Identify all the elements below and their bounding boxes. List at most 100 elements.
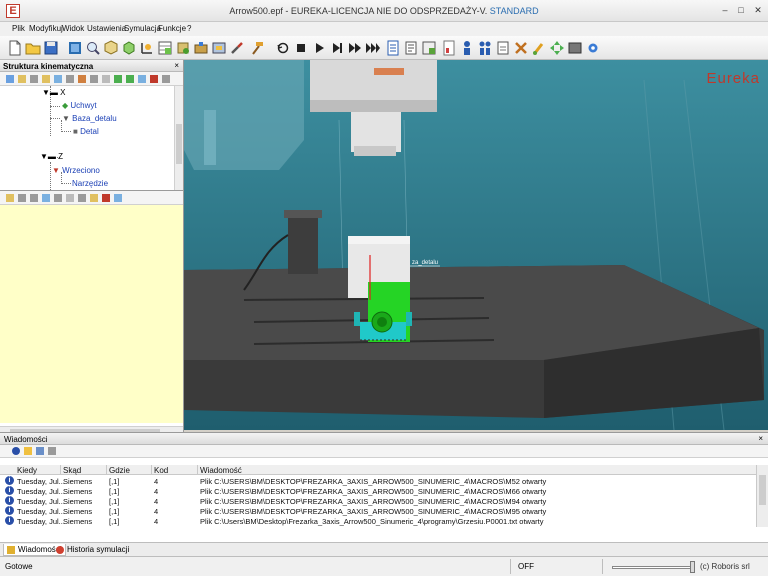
column-where[interactable]: Gdzie [109,466,130,475]
move-icon[interactable] [548,39,566,57]
cube-green-icon[interactable] [120,39,138,57]
open-folder-icon[interactable] [24,39,42,57]
maximize-icon[interactable]: □ [734,4,748,16]
tree-tool-icon[interactable] [138,75,146,83]
tree-tool-icon[interactable] [126,75,134,83]
tree-node-detal[interactable]: ■ Detal [73,127,99,136]
prop-tool-icon[interactable] [114,194,122,202]
list-icon[interactable] [402,39,420,57]
column-separator[interactable] [106,465,107,475]
message-row[interactable]: i Tuesday, Jul... Siemens [,1] 4 Plik C:… [0,486,756,496]
close-icon[interactable]: ✕ [751,4,765,16]
grid-settings-icon[interactable] [420,39,438,57]
message-row[interactable]: i Tuesday, Jul... Siemens [,1] 4 Plik C:… [0,516,756,526]
block-icon[interactable] [566,39,584,57]
menu-help[interactable]: ? [187,24,191,33]
save-icon[interactable] [42,39,60,57]
axes-icon[interactable] [138,39,156,57]
person-icon[interactable] [458,39,476,57]
tree-tool-icon[interactable] [78,75,86,83]
tree-tool-icon[interactable] [90,75,98,83]
people-icon[interactable] [476,39,494,57]
menu-view[interactable]: Widok [62,24,84,33]
tree-tool-icon[interactable] [42,75,50,83]
rewind-icon[interactable] [274,39,292,57]
prop-tool-icon[interactable] [6,194,14,202]
column-from[interactable]: Skąd [63,466,81,475]
delete-icon[interactable] [150,75,158,83]
panel-close-icon[interactable]: × [758,434,763,443]
cube-view-icon[interactable] [102,39,120,57]
tree-tool-icon[interactable] [18,75,26,83]
warning-filter-icon[interactable] [24,447,32,455]
column-code[interactable]: Kod [154,466,168,475]
tree-node-wrzeciono[interactable]: ▼ Wrzeciono [52,166,100,175]
column-when[interactable]: Kiedy [17,466,37,475]
menu-functions[interactable]: Funkcje [158,24,186,33]
menu-file[interactable]: Plik [12,24,25,33]
machine-icon[interactable] [210,39,228,57]
delete-icon[interactable] [102,194,110,202]
report-icon[interactable] [440,39,458,57]
message-row[interactable]: i Tuesday, Jul... Siemens [,1] 4 Plik C:… [0,506,756,516]
message-row[interactable]: i Tuesday, Jul... Siemens [,1] 4 Plik C:… [0,496,756,506]
tree-tool-icon[interactable] [30,75,38,83]
view-panel-icon[interactable] [66,39,84,57]
column-separator[interactable] [60,465,61,475]
column-message[interactable]: Wiadomość [200,466,242,475]
stop-icon[interactable] [292,39,310,57]
tools-crossed-icon[interactable] [512,39,530,57]
prop-tool-icon[interactable] [78,194,86,202]
tree-node-baza-detalu[interactable]: ▼ Baza_detalu [62,114,117,123]
properties-area[interactable] [0,205,183,423]
tree-vertical-scrollbar[interactable] [174,86,183,190]
simulation-viewport[interactable]: za_detalu Eureka [184,60,768,430]
tree-tool-icon[interactable] [114,75,122,83]
zoom-icon[interactable] [84,39,102,57]
message-row[interactable]: i Tuesday, Jul... Siemens [,1] 4 Plik C:… [0,476,756,486]
tree-tool-icon[interactable] [6,75,14,83]
tree-tool-icon[interactable] [102,75,110,83]
column-separator[interactable] [151,465,152,475]
menu-simulation[interactable]: Symulacja [124,24,161,33]
info-filter-icon[interactable] [12,447,20,455]
program-icon[interactable] [384,39,402,57]
tree-tool-icon[interactable] [54,75,62,83]
model-icon[interactable] [174,39,192,57]
hammer-icon[interactable] [248,39,266,57]
tab-simulation-history[interactable]: Historia symulacji [53,544,132,556]
wrench-icon[interactable] [228,39,246,57]
tree-node-uchwyt[interactable]: ◆ Uchwyt [62,101,97,110]
tree-tool-icon[interactable] [162,75,170,83]
prop-tool-icon[interactable] [42,194,50,202]
prop-tool-icon[interactable] [66,194,74,202]
tool-table-icon[interactable] [156,39,174,57]
fixture-icon[interactable] [192,39,210,57]
tree-node-narzedzie[interactable]: Narzędzie [72,179,108,188]
save-log-icon[interactable] [36,447,44,455]
clipboard-icon[interactable] [494,39,512,57]
scrollbar-thumb[interactable] [759,475,766,505]
step-forward-icon[interactable] [328,39,346,57]
prop-tool-icon[interactable] [18,194,26,202]
column-separator[interactable] [197,465,198,475]
new-file-icon[interactable] [6,39,24,57]
minimize-icon[interactable]: – [718,4,732,16]
scrollbar-thumb[interactable] [176,124,182,164]
messages-vertical-scrollbar[interactable] [756,465,768,527]
clear-log-icon[interactable] [48,447,56,455]
fast-forward-icon[interactable] [346,39,364,57]
prop-tool-icon[interactable] [30,194,38,202]
prop-tool-icon[interactable] [54,194,62,202]
tree-node-x[interactable]: ▼▬ X [42,88,66,97]
gear-icon[interactable] [584,39,602,57]
tree-tool-icon[interactable] [66,75,74,83]
brush-icon[interactable] [530,39,548,57]
speed-slider-thumb[interactable] [690,561,695,573]
tree-node-z[interactable]: ▼▬ Z [40,152,63,161]
menu-modify[interactable]: Modyfikuj [29,24,63,33]
panel-close-icon[interactable]: × [174,61,179,70]
speed-slider[interactable] [612,566,692,569]
prop-tool-icon[interactable] [90,194,98,202]
skip-end-icon[interactable] [364,39,382,57]
